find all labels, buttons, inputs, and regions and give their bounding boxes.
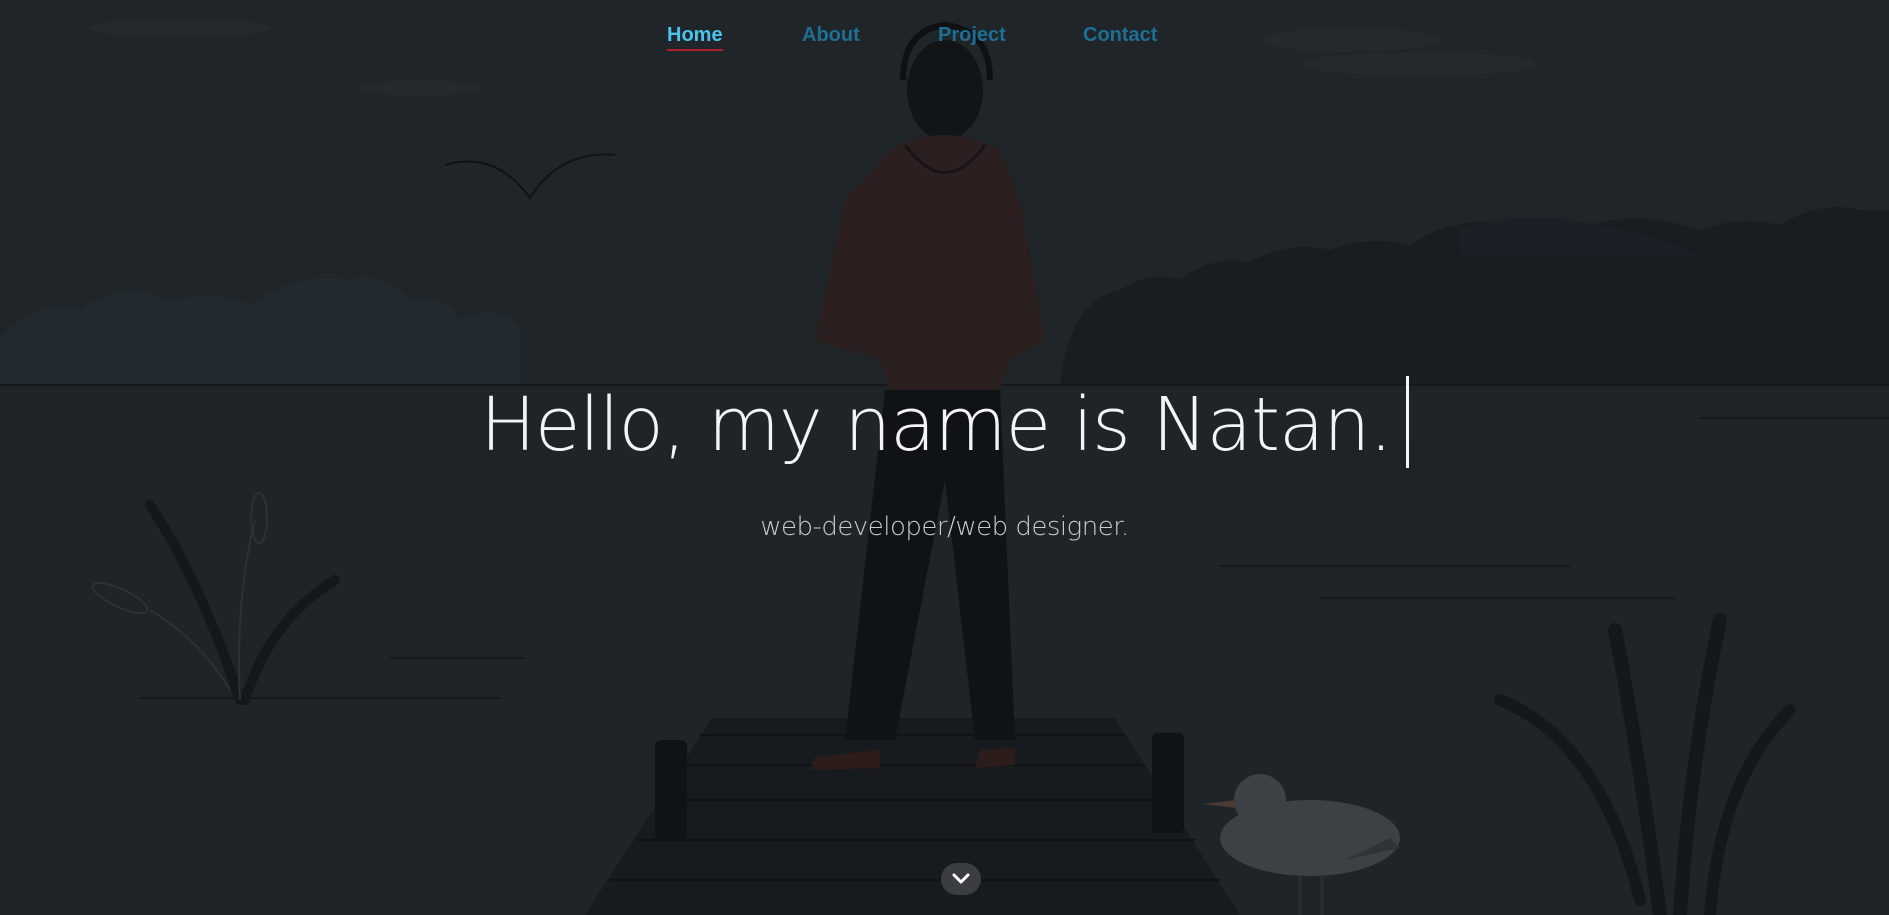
nav-home-link[interactable]: Home xyxy=(667,24,723,51)
hero-headline: Hello, my name is Natan. xyxy=(480,382,1393,468)
scroll-down-button[interactable] xyxy=(941,863,981,895)
typing-cursor xyxy=(1405,376,1409,468)
chevron-down-icon xyxy=(952,873,970,884)
hero-headline-wrapper: Hello, my name is Natan. xyxy=(0,376,1889,473)
nav-project-link[interactable]: Project xyxy=(938,24,1006,47)
nav-contact-link[interactable]: Contact xyxy=(1083,24,1157,47)
nav-about-link[interactable]: About xyxy=(802,24,860,47)
hero-section: Home About Project Contact Hello, my nam… xyxy=(0,0,1889,915)
main-nav: Home About Project Contact xyxy=(0,24,1889,54)
hero-subtitle: web-developer/web designer. xyxy=(760,512,1129,542)
